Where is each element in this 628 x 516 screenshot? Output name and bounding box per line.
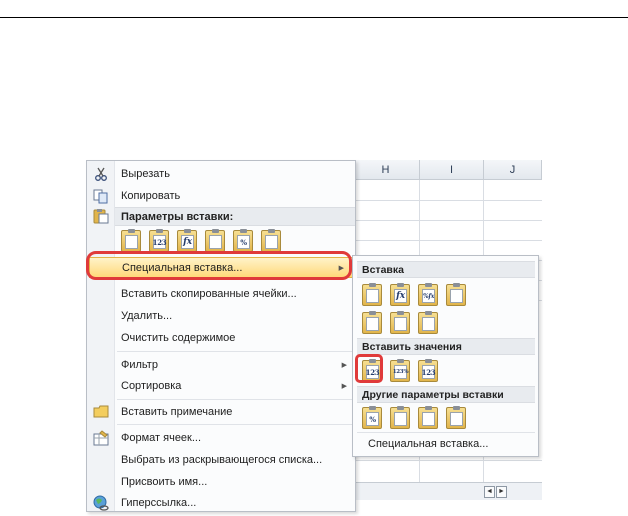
paste-tile-face: 123 bbox=[422, 365, 436, 379]
grid-line bbox=[352, 200, 542, 201]
paste-tile-face: fx bbox=[394, 289, 407, 303]
column-header-i[interactable]: I bbox=[420, 160, 484, 180]
comment-icon bbox=[93, 404, 109, 420]
paste-tile-formatting[interactable]: % bbox=[233, 229, 253, 252]
format-cells-icon bbox=[93, 429, 109, 446]
menu-item-label: Вставить примечание bbox=[121, 405, 233, 418]
submenu-tile-linked-picture[interactable] bbox=[446, 406, 466, 429]
transpose-icon bbox=[422, 317, 435, 331]
scissors-icon bbox=[93, 166, 109, 182]
section-title: Параметры вставки: bbox=[121, 210, 234, 223]
menu-item-label: Специальная вставка... bbox=[368, 438, 489, 450]
menu-separator bbox=[117, 399, 353, 400]
menu-item-sort[interactable]: Сортировка ▶ bbox=[87, 375, 355, 396]
menu-item-define-name[interactable]: Присвоить имя... bbox=[87, 471, 355, 492]
paste-tile-face bbox=[366, 317, 379, 331]
column-header-h[interactable]: H bbox=[352, 160, 420, 180]
brush-icon bbox=[450, 289, 463, 303]
linked-picture-icon bbox=[450, 412, 463, 426]
submenu-tile-picture[interactable] bbox=[418, 406, 438, 429]
paste-tile-formulas[interactable]: fx bbox=[177, 229, 197, 252]
link-icon bbox=[394, 412, 407, 426]
submenu-tile-formulas[interactable]: fx bbox=[390, 283, 410, 306]
submenu-item-paste-special[interactable]: Специальная вставка... bbox=[357, 434, 535, 454]
paste-tile-transpose[interactable] bbox=[205, 229, 225, 252]
submenu-tile-formulas-number-format[interactable]: %fx bbox=[418, 283, 438, 306]
menu-item-format-cells[interactable]: Формат ячеек... bbox=[87, 427, 355, 448]
submenu-arrow-icon: ▶ bbox=[341, 361, 347, 369]
grid-line bbox=[352, 240, 542, 241]
submenu-section-other: Другие параметры вставки bbox=[357, 386, 535, 403]
submenu-tile-keep-formatting[interactable] bbox=[446, 283, 466, 306]
submenu-tile-formatting[interactable]: % bbox=[362, 406, 382, 429]
menu-item-delete[interactable]: Удалить... bbox=[87, 305, 355, 326]
paste-tile-face: % bbox=[237, 235, 250, 249]
menu-item-pick-from-list[interactable]: Выбрать из раскрывающегося списка... bbox=[87, 449, 355, 470]
paste-tile-link[interactable] bbox=[261, 229, 281, 252]
menu-item-label: Копировать bbox=[121, 189, 181, 202]
menu-item-label: Фильтр bbox=[121, 358, 158, 371]
menu-item-label: Сортировка bbox=[121, 379, 182, 392]
paste-tile-values[interactable]: 123 bbox=[149, 229, 169, 252]
column-header-j[interactable]: J bbox=[484, 160, 542, 180]
section-title: Вставка bbox=[362, 264, 404, 276]
paste-tile-paste[interactable] bbox=[121, 229, 141, 252]
section-title: Другие параметры вставки bbox=[362, 389, 504, 401]
menu-item-label: Гиперссылка... bbox=[121, 496, 197, 509]
paste-tile-face: 123% bbox=[393, 365, 409, 379]
menu-separator bbox=[117, 351, 353, 352]
sheet-tab-bar: ◄ ► bbox=[352, 482, 542, 500]
paste-tile-face bbox=[366, 289, 379, 303]
grid-line bbox=[352, 220, 542, 221]
menu-item-clear-contents[interactable]: Очистить содержимое bbox=[87, 327, 355, 348]
copy-icon bbox=[93, 188, 109, 204]
submenu-tile-no-borders[interactable] bbox=[362, 311, 382, 334]
paste-tile-face: %fx bbox=[422, 289, 435, 303]
paste-special-highlight-ring bbox=[86, 251, 352, 280]
paste-options-section: Параметры вставки: bbox=[115, 207, 355, 226]
scroll-left-button[interactable]: ◄ bbox=[484, 486, 495, 498]
paste-tile-face bbox=[209, 235, 222, 249]
column-width-icon bbox=[394, 317, 407, 331]
submenu-section-values: Вставить значения bbox=[357, 338, 535, 355]
submenu-tile-paste-link[interactable] bbox=[390, 406, 410, 429]
menu-item-label: Очистить содержимое bbox=[121, 331, 236, 344]
menu-item-insert-copied-cells[interactable]: Вставить скопированные ячейки... bbox=[87, 283, 355, 304]
menu-item-hyperlink[interactable]: Гиперссылка... bbox=[87, 492, 355, 513]
submenu-tile-paste-all[interactable] bbox=[362, 283, 382, 306]
paste-icon bbox=[93, 208, 109, 224]
menu-item-label: Выбрать из раскрывающегося списка... bbox=[121, 453, 323, 466]
submenu-tile-keep-column-widths[interactable] bbox=[390, 311, 410, 334]
menu-item-label: Вырезать bbox=[121, 167, 170, 180]
menu-separator bbox=[357, 432, 535, 433]
scroll-right-button[interactable]: ► bbox=[496, 486, 507, 498]
menu-item-cut[interactable]: Вырезать bbox=[87, 163, 355, 184]
section-title: Вставить значения bbox=[362, 341, 462, 353]
paste-tile-face: % bbox=[366, 412, 379, 426]
submenu-tile-transpose[interactable] bbox=[418, 311, 438, 334]
paste-tile-face: fx bbox=[181, 235, 194, 249]
menu-item-filter[interactable]: Фильтр ▶ bbox=[87, 354, 355, 375]
values-tile-highlight-ring bbox=[355, 354, 383, 383]
link-icon bbox=[265, 235, 278, 249]
submenu-section-paste: Вставка bbox=[357, 261, 535, 278]
menu-item-label: Удалить... bbox=[121, 309, 173, 322]
menu-separator bbox=[117, 424, 353, 425]
submenu-tile-values-source-formatting[interactable]: 123 bbox=[418, 359, 438, 382]
menu-item-insert-comment[interactable]: Вставить примечание bbox=[87, 401, 355, 422]
menu-item-copy[interactable]: Копировать bbox=[87, 185, 355, 206]
globe-link-icon bbox=[93, 495, 109, 511]
paste-tile-face bbox=[125, 235, 138, 249]
picture-icon bbox=[422, 412, 435, 426]
menu-item-label: Вставить скопированные ячейки... bbox=[121, 287, 297, 300]
top-rule bbox=[0, 17, 628, 18]
paste-tile-face: 123 bbox=[153, 235, 167, 249]
menu-item-label: Присвоить имя... bbox=[121, 475, 208, 488]
menu-item-label: Формат ячеек... bbox=[121, 431, 202, 444]
submenu-arrow-icon: ▶ bbox=[341, 382, 347, 390]
submenu-tile-values-number-format[interactable]: 123% bbox=[390, 359, 410, 382]
grid-line bbox=[352, 460, 542, 461]
context-menu: Вырезать Копировать Параметры вставки: 1… bbox=[86, 160, 356, 512]
